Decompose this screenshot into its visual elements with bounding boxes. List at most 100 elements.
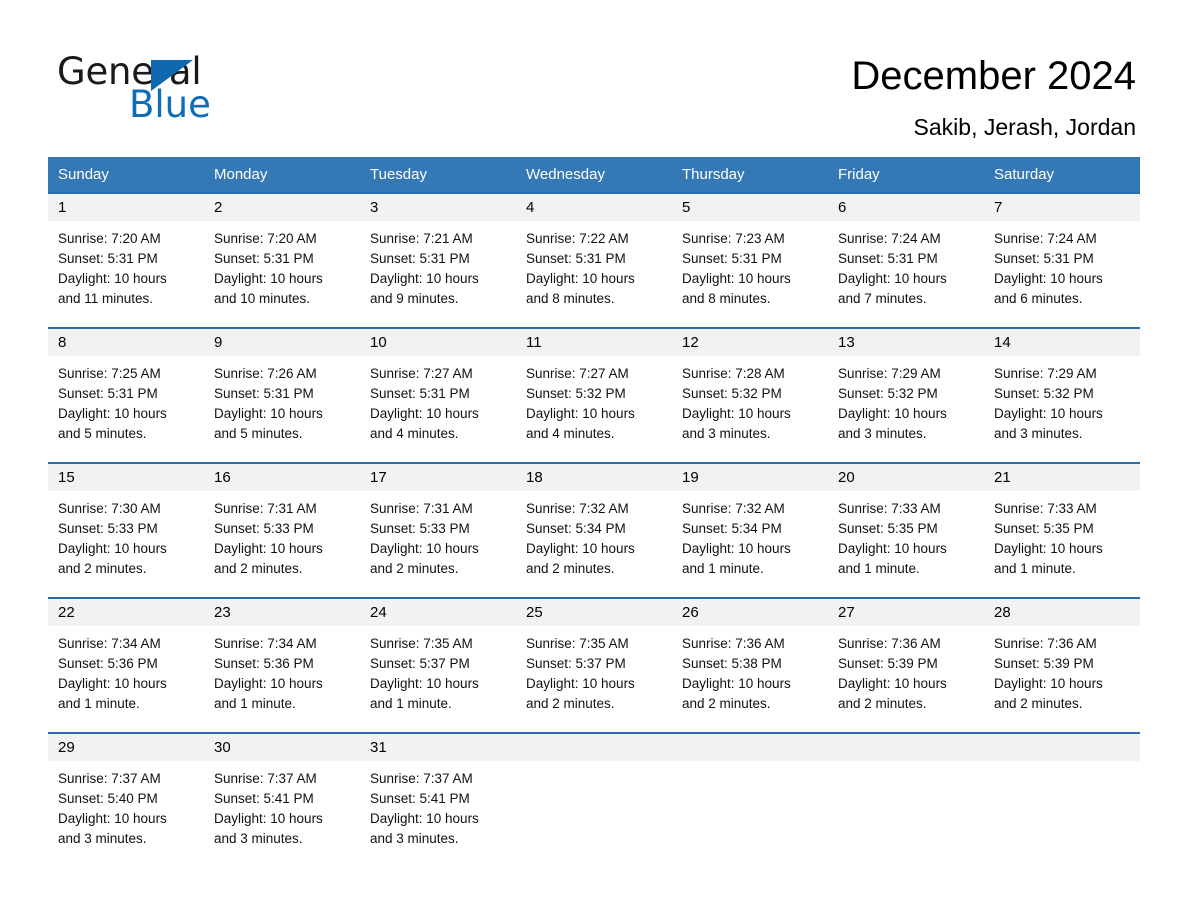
day-number: 28 xyxy=(984,599,1140,626)
day-details: Sunrise: 7:32 AM Sunset: 5:34 PM Daylight:… xyxy=(516,491,672,579)
sunset-text: Sunset: 5:31 PM xyxy=(370,251,470,266)
sunrise-text: Sunrise: 7:35 AM xyxy=(526,636,629,651)
sunset-text: Sunset: 5:31 PM xyxy=(526,251,626,266)
daylight-text-line1: Daylight: 10 hours xyxy=(994,541,1103,556)
day-cell[interactable]: 9 Sunrise: 7:26 AM Sunset: 5:31 PM Daylight… xyxy=(204,327,360,463)
day-details: Sunrise: 7:34 AM Sunset: 5:36 PM Daylight:… xyxy=(48,626,204,714)
sunset-text: Sunset: 5:31 PM xyxy=(58,386,158,401)
sunset-text: Sunset: 5:31 PM xyxy=(994,251,1094,266)
day-cell[interactable]: 11 Sunrise: 7:27 AM Sunset: 5:32 PM Dayligh… xyxy=(516,327,672,463)
day-cell[interactable]: 10 Sunrise: 7:27 AM Sunset: 5:31 PM Dayligh… xyxy=(360,327,516,463)
day-details: Sunrise: 7:26 AM Sunset: 5:31 PM Daylight:… xyxy=(204,356,360,444)
day-details: Sunrise: 7:30 AM Sunset: 5:33 PM Daylight:… xyxy=(48,491,204,579)
daylight-text-line1: Daylight: 10 hours xyxy=(838,541,947,556)
day-cell[interactable]: 19 Sunrise: 7:32 AM Sunset: 5:34 PM Dayligh… xyxy=(672,462,828,598)
day-cell[interactable]: 12 Sunrise: 7:28 AM Sunset: 5:32 PM Dayligh… xyxy=(672,327,828,463)
day-cell[interactable]: 20 Sunrise: 7:33 AM Sunset: 5:35 PM Dayligh… xyxy=(828,462,984,598)
day-number: 26 xyxy=(672,599,828,626)
sunrise-text: Sunrise: 7:37 AM xyxy=(214,771,317,786)
day-cell[interactable]: 25 Sunrise: 7:35 AM Sunset: 5:37 PM Dayligh… xyxy=(516,597,672,733)
day-number: 6 xyxy=(828,194,984,221)
day-cell[interactable]: 1 Sunrise: 7:20 AM Sunset: 5:31 PM Daylight… xyxy=(48,192,204,328)
sunset-text: Sunset: 5:31 PM xyxy=(838,251,938,266)
daylight-text-line2: and 6 minutes. xyxy=(994,291,1083,306)
daylight-text-line1: Daylight: 10 hours xyxy=(58,406,167,421)
daylight-text-line2: and 2 minutes. xyxy=(838,696,927,711)
day-cell[interactable]: 17 Sunrise: 7:31 AM Sunset: 5:33 PM Dayligh… xyxy=(360,462,516,598)
day-number: 23 xyxy=(204,599,360,626)
daylight-text-line2: and 5 minutes. xyxy=(58,426,147,441)
daylight-text-line2: and 4 minutes. xyxy=(370,426,459,441)
sunset-text: Sunset: 5:34 PM xyxy=(682,521,782,536)
day-cell[interactable]: 28 Sunrise: 7:36 AM Sunset: 5:39 PM Dayligh… xyxy=(984,597,1140,733)
calendar-grid: Sunday Monday Tuesday Wednesday Thursday… xyxy=(48,157,1140,867)
day-cell[interactable]: 5 Sunrise: 7:23 AM Sunset: 5:31 PM Daylight… xyxy=(672,192,828,328)
sunset-text: Sunset: 5:33 PM xyxy=(58,521,158,536)
sunset-text: Sunset: 5:31 PM xyxy=(370,386,470,401)
daylight-text-line1: Daylight: 10 hours xyxy=(214,676,323,691)
day-cell[interactable]: 24 Sunrise: 7:35 AM Sunset: 5:37 PM Dayligh… xyxy=(360,597,516,733)
daylight-text-line2: and 2 minutes. xyxy=(994,696,1083,711)
day-details: Sunrise: 7:27 AM Sunset: 5:32 PM Daylight:… xyxy=(516,356,672,444)
sunset-text: Sunset: 5:38 PM xyxy=(682,656,782,671)
day-details: Sunrise: 7:23 AM Sunset: 5:31 PM Daylight:… xyxy=(672,221,828,309)
day-cell[interactable]: 2 Sunrise: 7:20 AM Sunset: 5:31 PM Daylight… xyxy=(204,192,360,328)
day-cell[interactable]: 15 Sunrise: 7:30 AM Sunset: 5:33 PM Dayligh… xyxy=(48,462,204,598)
day-number: 12 xyxy=(672,329,828,356)
daylight-text-line2: and 2 minutes. xyxy=(214,561,303,576)
sunrise-text: Sunrise: 7:36 AM xyxy=(994,636,1097,651)
day-cell[interactable]: 23 Sunrise: 7:34 AM Sunset: 5:36 PM Dayligh… xyxy=(204,597,360,733)
day-cell[interactable]: 21 Sunrise: 7:33 AM Sunset: 5:35 PM Dayligh… xyxy=(984,462,1140,598)
day-number: 17 xyxy=(360,464,516,491)
weekday-header-wednesday: Wednesday xyxy=(516,157,672,193)
sunrise-text: Sunrise: 7:24 AM xyxy=(838,231,941,246)
day-cell[interactable]: 16 Sunrise: 7:31 AM Sunset: 5:33 PM Dayligh… xyxy=(204,462,360,598)
daylight-text-line2: and 2 minutes. xyxy=(58,561,147,576)
daylight-text-line2: and 5 minutes. xyxy=(214,426,303,441)
daylight-text-line2: and 3 minutes. xyxy=(214,831,303,846)
general-blue-logo[interactable]: General Blue xyxy=(57,52,317,125)
sunrise-text: Sunrise: 7:34 AM xyxy=(214,636,317,651)
day-cell[interactable]: 29 Sunrise: 7:37 AM Sunset: 5:40 PM Dayligh… xyxy=(48,732,204,867)
day-details: Sunrise: 7:25 AM Sunset: 5:31 PM Daylight:… xyxy=(48,356,204,444)
day-cell[interactable]: 22 Sunrise: 7:34 AM Sunset: 5:36 PM Dayligh… xyxy=(48,597,204,733)
day-cell[interactable]: 14 Sunrise: 7:29 AM Sunset: 5:32 PM Dayligh… xyxy=(984,327,1140,463)
sunset-text: Sunset: 5:33 PM xyxy=(370,521,470,536)
daylight-text-line2: and 2 minutes. xyxy=(526,561,615,576)
daylight-text-line1: Daylight: 10 hours xyxy=(370,406,479,421)
sunset-text: Sunset: 5:39 PM xyxy=(838,656,938,671)
day-cell[interactable]: 27 Sunrise: 7:36 AM Sunset: 5:39 PM Dayligh… xyxy=(828,597,984,733)
day-number: 20 xyxy=(828,464,984,491)
day-cell[interactable]: 7 Sunrise: 7:24 AM Sunset: 5:31 PM Daylight… xyxy=(984,192,1140,328)
sunrise-text: Sunrise: 7:23 AM xyxy=(682,231,785,246)
sunset-text: Sunset: 5:39 PM xyxy=(994,656,1094,671)
sunrise-text: Sunrise: 7:25 AM xyxy=(58,366,161,381)
day-details xyxy=(828,761,984,769)
day-cell[interactable]: 30 Sunrise: 7:37 AM Sunset: 5:41 PM Dayligh… xyxy=(204,732,360,867)
day-number: 8 xyxy=(48,329,204,356)
daylight-text-line2: and 1 minute. xyxy=(58,696,140,711)
sunset-text: Sunset: 5:41 PM xyxy=(214,791,314,806)
day-cell-empty xyxy=(984,732,1140,867)
day-details: Sunrise: 7:37 AM Sunset: 5:41 PM Daylight:… xyxy=(360,761,516,849)
day-number xyxy=(672,734,828,761)
day-cell[interactable]: 13 Sunrise: 7:29 AM Sunset: 5:32 PM Dayligh… xyxy=(828,327,984,463)
day-cell[interactable]: 6 Sunrise: 7:24 AM Sunset: 5:31 PM Daylight… xyxy=(828,192,984,328)
sunrise-text: Sunrise: 7:27 AM xyxy=(526,366,629,381)
day-number: 4 xyxy=(516,194,672,221)
day-details: Sunrise: 7:31 AM Sunset: 5:33 PM Daylight:… xyxy=(204,491,360,579)
day-cell[interactable]: 4 Sunrise: 7:22 AM Sunset: 5:31 PM Daylight… xyxy=(516,192,672,328)
day-cell[interactable]: 8 Sunrise: 7:25 AM Sunset: 5:31 PM Daylight… xyxy=(48,327,204,463)
day-cell[interactable]: 3 Sunrise: 7:21 AM Sunset: 5:31 PM Daylight… xyxy=(360,192,516,328)
sunset-text: Sunset: 5:35 PM xyxy=(994,521,1094,536)
day-details xyxy=(672,761,828,769)
sunrise-text: Sunrise: 7:27 AM xyxy=(370,366,473,381)
daylight-text-line1: Daylight: 10 hours xyxy=(682,676,791,691)
daylight-text-line2: and 2 minutes. xyxy=(526,696,615,711)
day-cell[interactable]: 31 Sunrise: 7:37 AM Sunset: 5:41 PM Dayligh… xyxy=(360,732,516,867)
sunrise-text: Sunrise: 7:31 AM xyxy=(370,501,473,516)
day-number: 15 xyxy=(48,464,204,491)
daylight-text-line1: Daylight: 10 hours xyxy=(58,271,167,286)
day-cell[interactable]: 18 Sunrise: 7:32 AM Sunset: 5:34 PM Dayligh… xyxy=(516,462,672,598)
day-cell[interactable]: 26 Sunrise: 7:36 AM Sunset: 5:38 PM Dayligh… xyxy=(672,597,828,733)
